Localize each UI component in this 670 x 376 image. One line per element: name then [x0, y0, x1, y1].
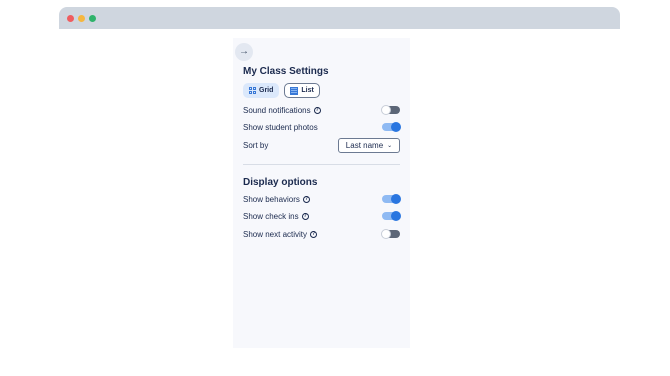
grid-view-button[interactable]: Grid: [243, 83, 280, 98]
sort-by-row: Sort by Last name ⌄: [243, 137, 400, 153]
list-view-label: List: [301, 87, 314, 94]
display-options-title: Display options: [243, 177, 318, 188]
browser-title-bar: [59, 7, 620, 29]
list-view-button[interactable]: List: [284, 83, 320, 98]
section-divider: [243, 164, 400, 165]
close-window-button[interactable]: [67, 15, 74, 22]
sort-by-label: Sort by: [243, 140, 269, 150]
collapse-panel-button[interactable]: →: [235, 43, 253, 61]
help-icon[interactable]: ?: [301, 212, 309, 220]
show-behaviors-toggle[interactable]: [382, 194, 401, 204]
setting-label: Show check ins: [243, 211, 299, 221]
setting-label: Show student photos: [243, 122, 318, 132]
chevron-down-icon: ⌄: [387, 142, 393, 149]
setting-label: Show next activity: [243, 229, 308, 239]
setting-show-behaviors: Show behaviors ?: [243, 192, 401, 206]
setting-show-check-ins: Show check ins ?: [243, 209, 401, 223]
help-icon[interactable]: ?: [310, 230, 318, 238]
panel-title: My Class Settings: [243, 66, 329, 77]
class-settings-panel: → My Class Settings Grid List Sound noti…: [233, 38, 410, 348]
list-icon: [290, 86, 299, 95]
sort-by-select[interactable]: Last name ⌄: [338, 137, 400, 153]
sort-by-value: Last name: [345, 140, 384, 150]
setting-show-student-photos: Show student photos: [243, 120, 401, 134]
setting-label: Sound notifications: [243, 105, 311, 115]
maximize-window-button[interactable]: [89, 15, 96, 22]
help-icon[interactable]: ?: [313, 106, 321, 114]
setting-label: Show behaviors: [243, 194, 300, 204]
view-mode-toggle: Grid List: [243, 83, 320, 98]
grid-view-label: Grid: [259, 87, 274, 94]
show-next-activity-toggle[interactable]: [381, 229, 400, 239]
arrow-right-icon: →: [239, 46, 249, 57]
setting-show-next-activity: Show next activity ?: [243, 227, 400, 241]
show-student-photos-toggle[interactable]: [382, 122, 401, 132]
grid-icon: [249, 87, 256, 94]
minimize-window-button[interactable]: [78, 15, 85, 22]
show-check-ins-toggle[interactable]: [382, 211, 401, 221]
setting-sound-notifications: Sound notifications ?: [243, 103, 400, 117]
help-icon[interactable]: ?: [302, 195, 310, 203]
sound-notifications-toggle[interactable]: [381, 105, 400, 115]
